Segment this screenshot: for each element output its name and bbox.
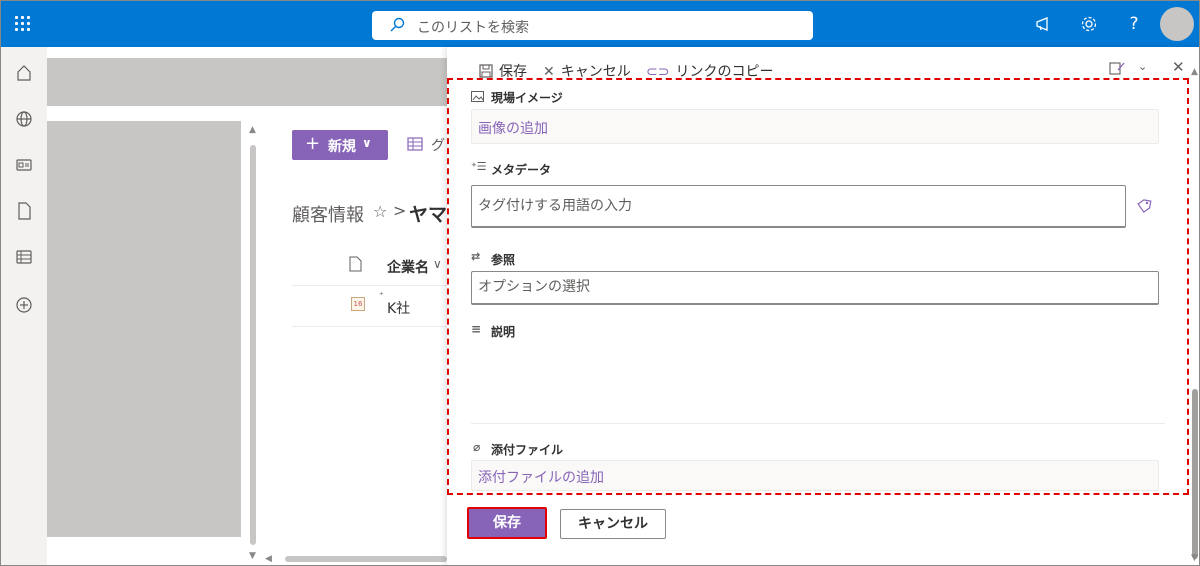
panel-vertical-scrollbar[interactable]: ▲ ▼ — [1189, 67, 1199, 565]
breadcrumb-separator: > — [393, 201, 407, 220]
edit-item-panel: 保存 ✕ キャンセル ⊂⊃ リンクのコピー ⌄ ✕ 現場イメージ 画像の追加 ⁺☰ — [447, 47, 1199, 565]
chevron-down-icon: ∨ — [362, 136, 372, 150]
scroll-thumb[interactable] — [1192, 389, 1198, 559]
save-icon — [479, 64, 493, 78]
section-divider — [471, 423, 1165, 424]
row-divider — [292, 285, 447, 286]
edit-form-icon[interactable] — [1109, 60, 1125, 76]
scroll-up-icon[interactable]: ▲ — [1191, 67, 1198, 77]
search-placeholder: このリストを検索 — [417, 20, 529, 36]
column-header-company[interactable]: 企業名 — [387, 257, 429, 277]
managed-metadata-icon: ⁺☰ — [471, 160, 487, 173]
grid-view-label[interactable]: グ — [431, 135, 445, 155]
breadcrumb-current: ヤマ — [409, 204, 448, 226]
megaphone-icon[interactable] — [1034, 14, 1054, 34]
list-vertical-scrollbar[interactable]: ▲ ▼ — [247, 125, 259, 563]
chevron-down-icon[interactable]: ∨ — [433, 257, 442, 271]
search-box[interactable]: このリストを検索 — [372, 11, 813, 40]
image-icon — [471, 91, 484, 102]
home-icon[interactable] — [14, 63, 34, 83]
add-image-button[interactable]: 画像の追加 — [471, 109, 1159, 144]
breadcrumb-parent[interactable]: 顧客情報 — [292, 201, 364, 227]
avatar[interactable] — [1160, 7, 1194, 41]
new-item-button[interactable]: + 新規 ∨ — [292, 130, 388, 160]
metadata-input[interactable]: タグ付けする用語の入力 — [471, 185, 1126, 228]
suite-header: このリストを検索 ? — [1, 1, 1199, 47]
description-textarea[interactable] — [471, 343, 1165, 419]
lookup-icon: ⇄ — [471, 250, 481, 263]
multiline-text-icon: ≡ — [471, 322, 482, 336]
lookup-select[interactable]: オプションの選択 — [471, 271, 1159, 305]
list-icon[interactable] — [14, 247, 34, 267]
scroll-left-icon[interactable]: ◀ — [265, 554, 272, 564]
search-icon — [390, 17, 405, 32]
site-header-redacted — [47, 58, 447, 106]
file-icon[interactable] — [14, 201, 34, 221]
plus-icon: + — [305, 133, 321, 154]
waffle-icon[interactable] — [15, 16, 31, 32]
site-nav-redacted — [47, 121, 241, 537]
grid-view-icon[interactable] — [406, 135, 424, 153]
row-divider — [292, 326, 447, 327]
scroll-up-icon[interactable]: ▲ — [249, 125, 256, 135]
gear-icon[interactable] — [1079, 14, 1099, 34]
app-window: このリストを検索 ? ▲ ▼ + 新規 ∨ グ 顧客情報 ☆ > ヤマ 企業名 … — [0, 0, 1200, 566]
paperclip-icon: ⌀ — [473, 440, 481, 454]
app-rail — [1, 47, 47, 565]
new-item-indicator-icon: ⁺ — [379, 291, 384, 301]
new-item-label: 新規 — [328, 139, 356, 155]
file-type-column-icon — [349, 256, 362, 272]
scroll-down-icon[interactable]: ▼ — [1191, 553, 1198, 563]
cancel-button[interactable]: キャンセル — [560, 509, 666, 539]
close-panel-icon[interactable]: ✕ — [1172, 58, 1185, 76]
globe-icon[interactable] — [14, 109, 34, 129]
help-icon[interactable]: ? — [1124, 14, 1144, 34]
row-company-name[interactable]: K社 — [387, 298, 410, 318]
news-icon[interactable] — [14, 155, 34, 175]
tag-icon[interactable] — [1135, 196, 1153, 214]
item-type-icon: 16 — [351, 297, 365, 311]
favorite-star-icon[interactable]: ☆ — [373, 202, 387, 221]
chevron-down-icon[interactable]: ⌄ — [1138, 60, 1147, 73]
list-horizontal-scrollbar[interactable]: ◀ — [263, 553, 447, 565]
scroll-thumb[interactable] — [285, 556, 447, 562]
scroll-down-icon[interactable]: ▼ — [249, 551, 256, 561]
scroll-thumb[interactable] — [250, 145, 256, 545]
add-icon[interactable] — [14, 295, 34, 315]
save-button[interactable]: 保存 — [467, 507, 547, 539]
add-attachment-button[interactable]: 添付ファイルの追加 — [471, 460, 1159, 491]
